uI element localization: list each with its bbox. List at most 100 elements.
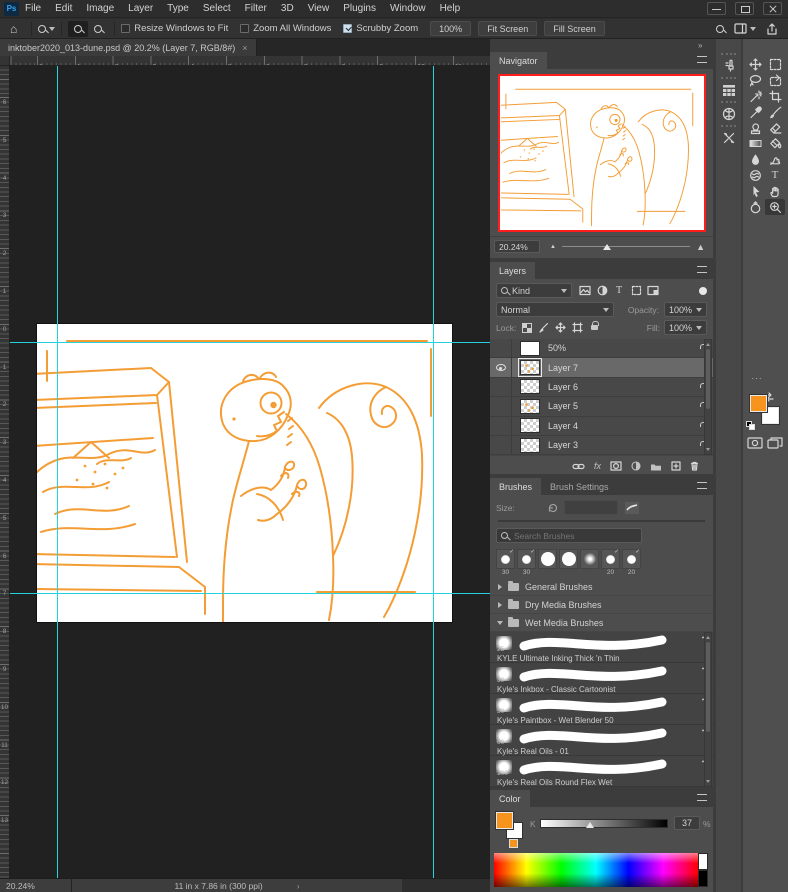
layer-thumbnail[interactable] (520, 438, 540, 453)
rotate-view-tool[interactable] (745, 199, 765, 215)
pasteboard[interactable] (10, 66, 490, 878)
size-slider[interactable] (498, 520, 705, 522)
layer-row[interactable]: 50% (490, 339, 713, 358)
scrollbar-thumb[interactable] (706, 349, 710, 409)
recent-brush[interactable]: 20 (622, 549, 641, 576)
recent-brush[interactable]: 20 (601, 549, 620, 576)
blur-tool[interactable] (745, 152, 765, 168)
brush-settings-panel-icon[interactable] (716, 55, 741, 77)
brush-item[interactable]: ✓ 60 Kyle's Real Oils - 01 (490, 725, 713, 756)
panel-menu-icon[interactable] (697, 794, 707, 801)
menu-item[interactable]: Help (440, 3, 461, 14)
tab-close-icon[interactable]: × (242, 43, 247, 53)
expand-chevron-icon[interactable] (497, 621, 503, 625)
tab-brush-settings[interactable]: Brush Settings (541, 478, 618, 495)
filter-shape-layers-icon[interactable] (629, 284, 643, 297)
navigator-zoom-field[interactable]: 20.24% (494, 240, 540, 253)
brush-folder-row[interactable]: Dry Media Brushes (490, 596, 713, 614)
lock-transparent-pixels-icon[interactable] (520, 322, 533, 334)
panel-menu-icon[interactable] (697, 266, 707, 273)
layer-name[interactable]: Layer 5 (548, 401, 578, 411)
visibility-toggle[interactable] (490, 358, 512, 376)
brush-item[interactable]: ✓ 100 Kyle's Real Oils Round Flex Wet (490, 756, 713, 787)
visibility-toggle[interactable] (490, 339, 512, 357)
menu-item[interactable]: Plugins (343, 3, 376, 14)
zoom-tool[interactable] (765, 199, 785, 215)
menu-item[interactable]: 3D (281, 3, 294, 14)
lock-position-icon[interactable] (554, 322, 567, 334)
layer-row[interactable]: Layer 4 (490, 417, 713, 436)
add-adjustment-layer-icon[interactable] (631, 461, 641, 471)
clone-stamp-tool[interactable] (745, 120, 765, 136)
tab-color[interactable]: Color (490, 790, 530, 807)
layer-name[interactable]: Layer 7 (548, 363, 578, 373)
photoshop-logo-icon[interactable]: Ps (4, 2, 19, 16)
brush-folder-row[interactable]: General Brushes (490, 578, 713, 596)
foreground-swatch[interactable] (750, 395, 767, 412)
search-icon[interactable] (716, 25, 724, 33)
zoom-in-mountain-icon[interactable]: ▲ (696, 242, 705, 252)
blend-mode-select[interactable]: Normal (496, 302, 614, 317)
move-tool[interactable] (745, 57, 765, 73)
recent-brush[interactable]: 30 (517, 549, 536, 576)
filter-toggle[interactable] (699, 287, 707, 295)
slider-thumb[interactable] (586, 822, 594, 828)
lasso-tool[interactable] (745, 73, 765, 89)
maximize-button[interactable] (735, 2, 754, 15)
lock-all-icon[interactable] (588, 322, 601, 334)
white-swatch[interactable] (698, 853, 708, 870)
zoom-all-windows-checkbox[interactable]: Zoom All Windows (240, 23, 331, 34)
layer-filter-kind-select[interactable]: Kind (496, 283, 572, 298)
navigator-proxy-view[interactable] (498, 74, 706, 232)
visibility-toggle[interactable] (490, 378, 512, 396)
share-icon[interactable] (766, 23, 778, 35)
layer-thumbnail[interactable] (520, 360, 540, 375)
minimize-button[interactable] (707, 2, 726, 15)
filter-pixel-layers-icon[interactable] (578, 284, 592, 297)
hand-tool[interactable] (765, 183, 785, 199)
layer-name[interactable]: 50% (548, 343, 566, 353)
layer-thumbnail[interactable] (520, 399, 540, 414)
layer-style-icon[interactable]: fx (594, 461, 601, 471)
type-tool[interactable]: T (765, 168, 785, 184)
tool-presets-panel-icon[interactable] (716, 127, 741, 149)
size-field[interactable] (564, 500, 618, 515)
quick-mask-icon[interactable] (747, 437, 763, 449)
gamut-swatch[interactable] (509, 839, 518, 848)
recent-brush[interactable] (580, 549, 599, 576)
swatches-panel-icon[interactable] (716, 79, 741, 101)
slider-thumb[interactable] (603, 244, 611, 250)
tab-navigator[interactable]: Navigator (490, 52, 547, 69)
eraser-tool[interactable] (765, 120, 785, 136)
menu-item[interactable]: Type (167, 3, 189, 14)
foreground-color-swatch[interactable] (496, 812, 513, 829)
rectangular-marquee-tool[interactable] (765, 57, 785, 73)
layer-thumbnail[interactable] (520, 418, 540, 433)
menu-item[interactable]: Edit (55, 3, 72, 14)
opacity-select[interactable]: 100% (664, 302, 707, 317)
k-value-field[interactable]: 37 (674, 816, 700, 830)
layer-row[interactable]: Layer 6 (490, 378, 713, 397)
layer-thumbnail[interactable] (520, 379, 540, 394)
layer-thumbnail[interactable] (520, 341, 540, 356)
menu-item[interactable]: Image (86, 3, 114, 14)
brush-folder-row[interactable]: Wet Media Brushes (490, 614, 713, 632)
brush-item[interactable]: ✓ 30 Kyle's Inkbox - Classic Cartoonist (490, 663, 713, 694)
brush-tool[interactable] (765, 104, 785, 120)
lock-artboard-icon[interactable] (571, 322, 584, 334)
zoom-in-button[interactable] (68, 21, 88, 37)
black-swatch[interactable] (698, 870, 708, 887)
new-layer-icon[interactable] (671, 461, 681, 471)
filter-type-layers-icon[interactable]: T (612, 284, 626, 297)
status-options-chevron[interactable]: › (297, 881, 300, 891)
layer-name[interactable]: Layer 4 (548, 421, 578, 431)
recent-brush[interactable] (538, 549, 557, 576)
magic-wand-tool[interactable] (745, 89, 765, 105)
reset-size-icon[interactable] (547, 503, 558, 513)
collapse-panels-icon[interactable]: » (698, 41, 702, 50)
scrubby-zoom-checkbox[interactable]: Scrubby Zoom (343, 23, 418, 34)
brush-search-box[interactable] (496, 528, 642, 543)
brush-item[interactable]: ✓ 50 Kyle's Paintbox - Wet Blender 50 (490, 694, 713, 725)
tab-brushes[interactable]: Brushes (490, 478, 541, 495)
layer-row[interactable]: Layer 5 (490, 397, 713, 416)
